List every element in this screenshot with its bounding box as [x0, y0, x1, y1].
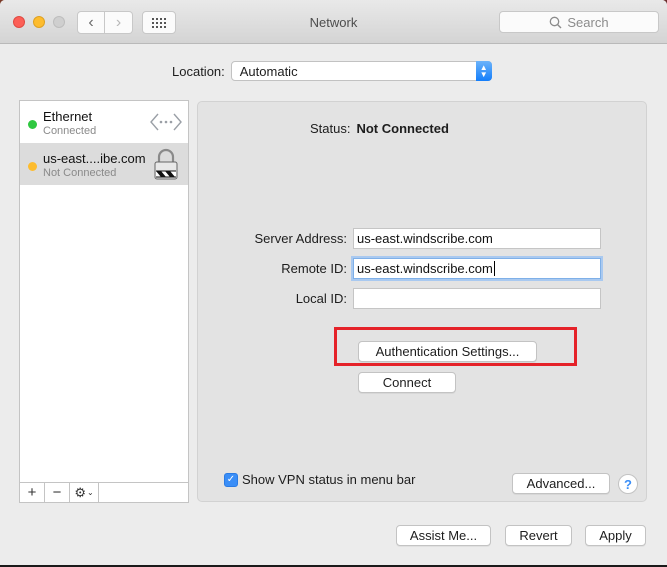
chevron-down-icon: ⌄ [86, 488, 94, 497]
show-vpn-status-checkbox[interactable]: ✓ [224, 472, 238, 487]
assist-me-button[interactable]: Assist Me... [396, 525, 491, 546]
revert-button[interactable]: Revert [505, 525, 572, 546]
advanced-button[interactable]: Advanced... [512, 473, 610, 494]
checkmark-icon: ✓ [226, 474, 236, 485]
ethernet-icon [150, 107, 182, 137]
status-dot-yellow [28, 162, 37, 171]
location-value: Automatic [239, 63, 298, 79]
minus-icon: − [52, 484, 62, 501]
service-list-toolbar: + − ⚙ ⌄ [20, 482, 188, 502]
server-address-row: Server Address: us-east.windscribe.com [198, 228, 601, 249]
server-address-value: us-east.windscribe.com [357, 231, 493, 246]
status-row: Status: Not Connected [310, 121, 449, 136]
add-service-button[interactable]: + [20, 483, 45, 502]
show-vpn-status-label: Show VPN status in menu bar [242, 472, 416, 487]
remote-id-row: Remote ID: us-east.windscribe.com [198, 258, 601, 279]
status-value: Not Connected [356, 121, 449, 136]
search-field[interactable]: Search [499, 11, 659, 33]
server-address-field[interactable]: us-east.windscribe.com [353, 228, 601, 249]
status-dot-green [28, 120, 37, 129]
local-id-label: Local ID: [295, 291, 347, 306]
action-menu-button[interactable]: ⚙ ⌄ [70, 483, 99, 502]
apply-button[interactable]: Apply [585, 525, 646, 546]
show-vpn-status-row: ✓ Show VPN status in menu bar [224, 472, 415, 487]
title-bar: ‹ › Network Search [0, 0, 667, 44]
vpn-lock-icon [150, 148, 182, 180]
remote-id-field[interactable]: us-east.windscribe.com [353, 258, 601, 279]
remote-id-label: Remote ID: [281, 261, 347, 276]
network-preferences-window: ‹ › Network Search Location: Automatic ▲… [0, 0, 667, 565]
service-item-ethernet[interactable]: Ethernet Connected [20, 101, 188, 143]
search-placeholder: Search [567, 14, 609, 30]
gear-icon: ⚙ [74, 484, 86, 500]
location-select[interactable]: Automatic ▲ ▼ [230, 61, 492, 81]
search-icon [550, 16, 562, 28]
help-button[interactable]: ? [618, 474, 638, 494]
updown-arrows-icon: ▲ ▼ [475, 61, 492, 81]
status-label: Status: [310, 121, 351, 136]
question-mark-icon: ? [624, 476, 632, 492]
location-row: Location: Automatic ▲ ▼ [172, 61, 492, 81]
service-item-vpn[interactable]: us-east....ibe.com Not Connected [20, 143, 188, 185]
remove-service-button[interactable]: − [45, 483, 70, 502]
local-id-row: Local ID: [198, 288, 601, 309]
connect-button[interactable]: Connect [358, 372, 456, 393]
annotation-highlight-box [334, 327, 577, 366]
text-caret [493, 261, 495, 276]
local-id-field[interactable] [353, 288, 601, 309]
remote-id-value: us-east.windscribe.com [357, 261, 493, 276]
location-label: Location: [172, 63, 225, 79]
server-address-label: Server Address: [254, 231, 348, 246]
plus-icon: + [27, 484, 37, 501]
vpn-config-panel: Status: Not Connected Server Address: us… [197, 101, 647, 502]
service-list: Ethernet Connected us-east....ibe.com No… [19, 100, 189, 503]
